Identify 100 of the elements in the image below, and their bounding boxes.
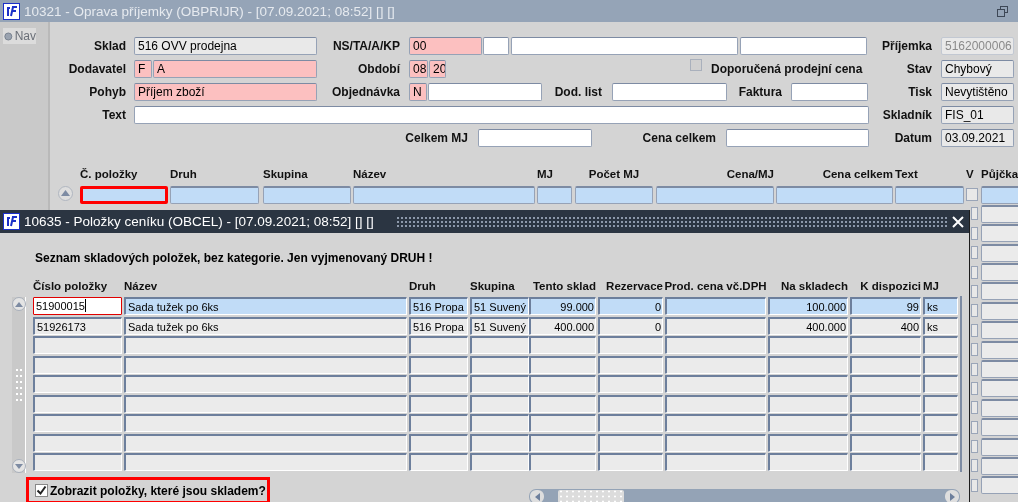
table-cell[interactable] xyxy=(33,375,122,393)
table-cell[interactable] xyxy=(529,375,596,393)
table-cell[interactable] xyxy=(923,355,958,374)
table-cell[interactable]: 400 xyxy=(850,316,921,335)
input-field[interactable]: A xyxy=(153,60,317,78)
table-cell[interactable] xyxy=(665,375,766,393)
table-cell[interactable] xyxy=(768,414,848,432)
table-cell[interactable] xyxy=(33,414,122,432)
table-cell[interactable] xyxy=(665,394,766,413)
table-cell[interactable] xyxy=(850,394,921,413)
table-cell[interactable] xyxy=(529,336,596,354)
table-cell[interactable] xyxy=(124,394,407,413)
table-cell[interactable] xyxy=(409,336,468,354)
table-cell[interactable] xyxy=(656,185,774,204)
input-field[interactable]: 516 OVV prodejna xyxy=(134,37,317,55)
table-cell[interactable] xyxy=(124,355,407,374)
restore-icon[interactable] xyxy=(997,5,1008,17)
input-field[interactable] xyxy=(726,129,869,147)
input-field[interactable]: N xyxy=(409,83,427,101)
table-cell[interactable] xyxy=(409,355,468,374)
table-cell[interactable] xyxy=(170,185,259,204)
table-cell[interactable] xyxy=(470,453,529,471)
table-cell[interactable] xyxy=(665,453,766,471)
input-field[interactable] xyxy=(478,129,592,147)
table-cell[interactable] xyxy=(981,340,1018,359)
table-cell[interactable] xyxy=(537,185,572,204)
table-cell[interactable] xyxy=(981,243,1018,262)
table-cell[interactable] xyxy=(981,418,1018,437)
table-cell[interactable] xyxy=(529,414,596,432)
table-cell[interactable]: 51 Suvený xyxy=(470,297,529,315)
table-cell[interactable] xyxy=(470,355,529,374)
checkbox[interactable] xyxy=(971,440,978,454)
checkbox[interactable] xyxy=(690,59,702,71)
table-cell[interactable] xyxy=(981,321,1018,340)
table-cell[interactable] xyxy=(665,336,766,354)
table-cell[interactable] xyxy=(923,375,958,393)
checkbox[interactable] xyxy=(971,478,978,492)
table-cell[interactable] xyxy=(981,263,1018,282)
table-cell[interactable] xyxy=(33,394,122,413)
table-cell[interactable]: 99 xyxy=(850,297,921,315)
table-cell[interactable] xyxy=(665,297,766,315)
table-cell[interactable] xyxy=(598,394,663,413)
table-cell[interactable] xyxy=(776,185,893,204)
table-cell[interactable] xyxy=(850,375,921,393)
table-cell[interactable] xyxy=(768,433,848,452)
table-cell[interactable] xyxy=(923,336,958,354)
table-cell[interactable] xyxy=(353,185,535,204)
table-cell[interactable]: Sada tužek po 6ks xyxy=(124,297,407,315)
table-cell[interactable] xyxy=(850,414,921,432)
table-cell[interactable] xyxy=(33,453,122,471)
table-cell[interactable] xyxy=(850,433,921,452)
table-cell[interactable] xyxy=(850,453,921,471)
input-field[interactable] xyxy=(134,106,869,124)
table-cell[interactable] xyxy=(981,204,1018,223)
table-cell[interactable] xyxy=(981,379,1018,398)
table-cell[interactable] xyxy=(124,414,407,432)
table-cell[interactable]: 100.000 xyxy=(768,297,848,315)
table-cell[interactable]: 400.000 xyxy=(768,316,848,335)
table-cell[interactable] xyxy=(981,360,1018,378)
table-cell[interactable] xyxy=(768,453,848,471)
table-cell[interactable] xyxy=(598,414,663,432)
table-cell[interactable] xyxy=(409,433,468,452)
table-cell[interactable]: 51 Suvený xyxy=(470,316,529,335)
table-cell[interactable] xyxy=(470,375,529,393)
scroll-up-button[interactable] xyxy=(58,185,73,201)
input-field[interactable] xyxy=(740,37,867,55)
checkbox[interactable] xyxy=(971,304,978,318)
table-cell[interactable]: ks xyxy=(923,297,958,315)
table-cell[interactable] xyxy=(529,453,596,471)
checkbox[interactable] xyxy=(971,343,978,357)
checkbox[interactable] xyxy=(971,284,978,298)
checkbox[interactable] xyxy=(971,323,978,337)
scroll-up-button[interactable] xyxy=(11,297,26,311)
table-cell[interactable] xyxy=(33,336,122,354)
table-cell[interactable] xyxy=(850,336,921,354)
table-cell[interactable] xyxy=(263,185,351,204)
table-cell[interactable] xyxy=(409,394,468,413)
checkbox[interactable] xyxy=(35,484,48,497)
table-cell[interactable] xyxy=(598,336,663,354)
checkbox[interactable] xyxy=(971,226,978,240)
input-field[interactable] xyxy=(428,83,542,101)
table-cell[interactable] xyxy=(981,282,1018,301)
input-field[interactable]: 03.09.2021 xyxy=(941,129,1014,147)
table-cell[interactable] xyxy=(80,185,168,204)
table-cell[interactable] xyxy=(981,437,1018,456)
input-field[interactable]: Nevytištěno xyxy=(941,83,1014,101)
checkbox[interactable] xyxy=(971,207,978,221)
input-field[interactable] xyxy=(483,37,509,55)
table-cell[interactable] xyxy=(598,375,663,393)
checkbox[interactable] xyxy=(966,188,978,201)
table-cell[interactable] xyxy=(768,394,848,413)
horizontal-scrollbar[interactable] xyxy=(529,489,960,502)
table-cell[interactable]: Sada tužek po 6ks xyxy=(124,316,407,335)
table-cell[interactable] xyxy=(923,433,958,452)
input-field[interactable]: 20 xyxy=(429,60,446,78)
table-cell[interactable] xyxy=(665,355,766,374)
table-cell[interactable] xyxy=(124,453,407,471)
table-cell[interactable] xyxy=(981,476,1018,495)
input-field[interactable] xyxy=(511,37,738,55)
table-cell[interactable] xyxy=(409,375,468,393)
